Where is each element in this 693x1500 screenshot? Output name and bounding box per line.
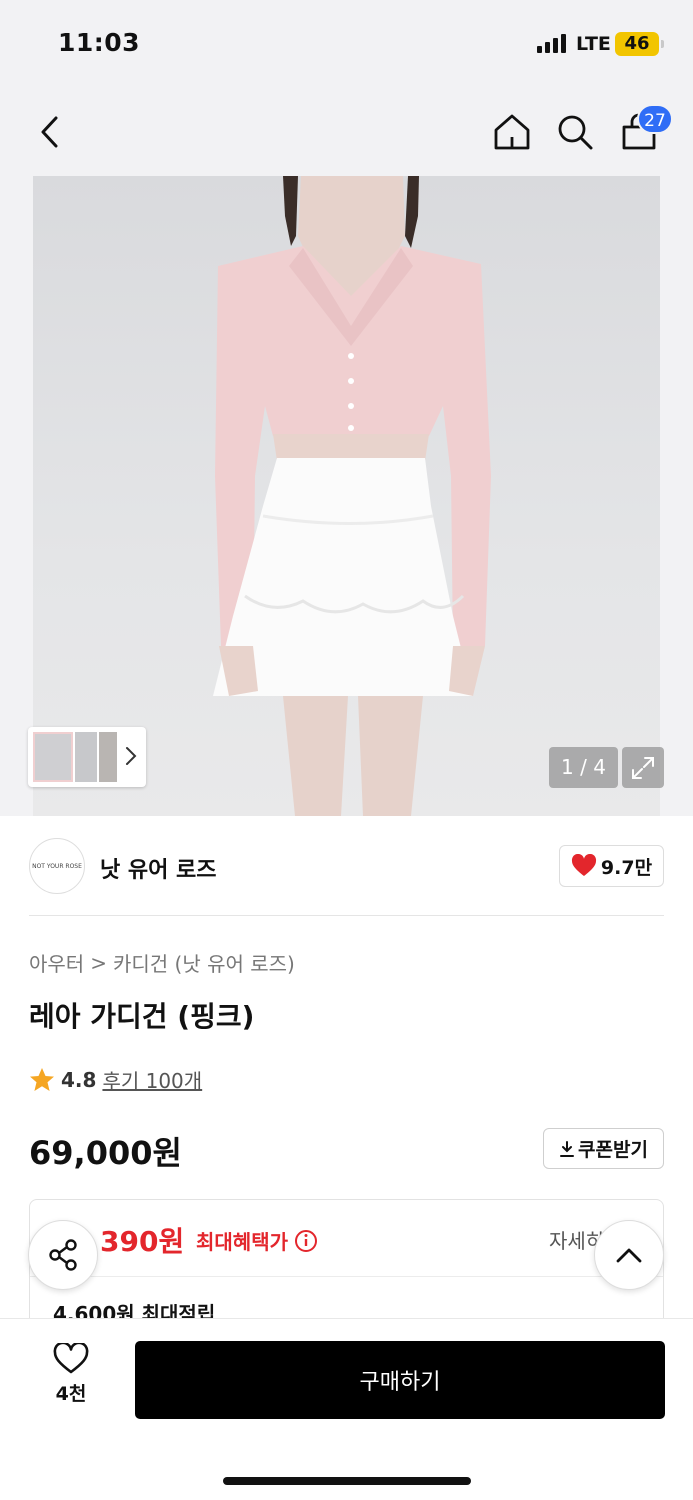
battery-icon: 46 [615,32,664,56]
chevron-up-icon [616,1248,642,1263]
heart-icon [571,854,596,876]
back-button[interactable] [26,108,74,156]
rating-row: 4.8 후기 100개 [29,1065,202,1094]
divider [29,915,664,916]
breadcrumb-category[interactable]: 아우터 [29,948,84,977]
scroll-top-button[interactable] [594,1220,664,1290]
rating-value: 4.8 [61,1067,97,1092]
product-image[interactable] [33,176,660,816]
buy-button[interactable]: 구매하기 [135,1341,665,1419]
page-indicator: 1 / 4 [549,747,618,788]
breadcrumb-separator: > [90,950,107,975]
coupon-button[interactable]: 쿠폰받기 [543,1128,664,1169]
home-icon [494,114,530,150]
brand-like-count: 9.7만 [600,856,653,879]
brand-like-button[interactable]: 9.7만 [559,845,664,887]
chevron-left-icon [41,116,58,148]
status-time: 11:03 [58,28,141,57]
max-benefit-price: 390원 [100,1225,185,1258]
search-button[interactable] [551,108,599,156]
heart-outline-icon [53,1343,89,1374]
thumbnail-strip[interactable] [28,727,146,787]
divider [30,1276,663,1277]
expand-button[interactable] [622,747,664,788]
home-indicator [223,1477,471,1485]
network-label: LTE [576,33,611,55]
search-icon [558,115,593,150]
cart-count-badge: 27 [637,104,673,134]
star-icon [30,1067,54,1091]
thumbnail[interactable] [33,732,73,782]
wishlist-button[interactable]: 4천 [40,1343,102,1415]
info-icon[interactable] [294,1229,318,1253]
brand-logo[interactable]: NOT YOUR ROSE [29,838,85,894]
signal-icon [537,33,569,53]
review-link[interactable]: 후기 100개 [102,1065,202,1094]
expand-icon [632,756,654,779]
chevron-right-icon[interactable] [124,745,138,767]
share-icon [49,1239,77,1271]
status-bar: 11:03 LTE 46 [0,0,693,88]
breadcrumb: 아우터 > 카디건 (낫 유어 로즈) [29,948,295,977]
download-icon [560,1140,575,1157]
product-price: 69,000원 [29,1134,182,1172]
bottom-purchase-bar: 4천 구매하기 [0,1318,693,1500]
home-button[interactable] [488,108,536,156]
product-gallery[interactable]: 1 / 4 [0,176,693,816]
top-nav [0,88,693,176]
product-title: 레아 가디건 (핑크) [29,1000,255,1033]
share-button[interactable] [28,1220,98,1290]
breadcrumb-subcategory[interactable]: 카디건 (낫 유어 로즈) [113,948,295,977]
brand-row[interactable]: NOT YOUR ROSE 낫 유어 로즈 9.7만 [0,816,693,916]
brand-name[interactable]: 낫 유어 로즈 [100,852,217,884]
thumbnail[interactable] [75,732,97,782]
thumbnail[interactable] [99,732,117,782]
coupon-label: 쿠폰받기 [578,1139,648,1161]
wishlist-count: 4천 [55,1383,87,1405]
max-benefit-label: 최대혜택가 [196,1226,318,1255]
